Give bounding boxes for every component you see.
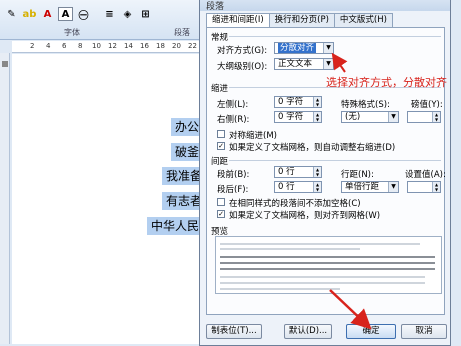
alignment-label: 对齐方式(G):	[217, 46, 268, 56]
tab-asian-typography[interactable]: 中文版式(H)	[333, 13, 393, 27]
paragraph-group-label: 段落	[174, 28, 190, 37]
shading-icon[interactable]: ◈	[120, 7, 135, 21]
left-indent-value: 0 字符	[278, 97, 304, 107]
tab-indents-spacing[interactable]: 缩进和间距(I)	[206, 13, 270, 28]
space-after-value: 0 行	[278, 182, 295, 192]
alignment-value: 分散对齐	[278, 43, 317, 53]
ruler-tick: 18	[156, 42, 165, 50]
horizontal-ruler[interactable]: 2 4 6 8 10 12 14 16 18 20 22	[12, 41, 205, 53]
enclose-char-icon[interactable]: ㊀	[76, 7, 91, 22]
space-before-label: 段前(B):	[217, 170, 250, 180]
space-after-label: 段后(F):	[217, 185, 249, 195]
chevron-down-icon[interactable]: ▼	[323, 59, 333, 69]
ruler-tick: 6	[62, 42, 67, 50]
divider	[229, 36, 441, 37]
space-after-input[interactable]: 0 行 ▲ ▼	[274, 181, 322, 193]
ribbon: ✎ ab A A ㊀ ≡ ◈ ⊞ 字体 段落	[0, 0, 205, 40]
by-label: 磅值(Y):	[411, 100, 443, 110]
no-space-label: 在相同样式的段落间不添加空格(C)	[229, 199, 361, 209]
preview-line	[220, 262, 435, 264]
at-label: 设置值(A):	[405, 170, 446, 180]
preview-line	[220, 243, 420, 245]
ruler-tick: 12	[108, 42, 117, 50]
ruler-tick: 22	[188, 42, 197, 50]
alignment-select[interactable]: 分散对齐 ▼	[274, 42, 334, 54]
ruler-tick: 14	[124, 42, 133, 50]
highlight-icon[interactable]: ab	[22, 7, 37, 21]
snap-grid-checkbox[interactable]: ✓	[217, 210, 225, 218]
line-spacing-value: 单倍行距	[345, 182, 380, 192]
right-indent-label: 右侧(R):	[217, 115, 250, 125]
paragraph-dialog: 段落 缩进和间距(I) 换行和分页(P) 中文版式(H) 常规 对齐方式(G):…	[199, 0, 451, 346]
border-icon[interactable]: ⊞	[138, 7, 153, 21]
spinner-icon[interactable]: ▲ ▼	[432, 182, 440, 192]
format-painter-icon[interactable]: ✎	[4, 7, 19, 21]
spinner-icon[interactable]: ▲ ▼	[313, 112, 321, 122]
auto-adjust-label: 如果定义了文档网格，则自动调整右缩进(D)	[229, 143, 396, 153]
ruler-tick: 10	[92, 42, 101, 50]
cancel-button[interactable]: 取消	[401, 324, 447, 339]
ruler-tick: 4	[46, 42, 51, 50]
space-before-input[interactable]: 0 行 ▲ ▼	[274, 166, 322, 178]
tab-line-page-breaks[interactable]: 换行和分页(P)	[268, 13, 335, 27]
preview-line	[220, 288, 340, 290]
special-value: (无)	[345, 112, 361, 122]
preview-line	[220, 248, 360, 250]
spinner-icon[interactable]: ▲ ▼	[313, 97, 321, 107]
dialog-title: 段落	[206, 2, 225, 12]
dialog-tabs: 缩进和间距(I) 换行和分页(P) 中文版式(H)	[206, 13, 393, 28]
outline-level-value: 正文文本	[278, 59, 313, 69]
font-group-label: 字体	[64, 28, 80, 37]
right-indent-value: 0 字符	[278, 112, 304, 122]
space-before-value: 0 行	[278, 167, 295, 177]
spacing-section-title: 间距	[211, 157, 229, 167]
chevron-down-icon[interactable]: ▼	[388, 112, 398, 122]
special-label: 特殊格式(S):	[341, 100, 390, 110]
document-page[interactable]: 办公室 破釜沉 我准备走 有志者事 中华人民共	[12, 54, 205, 344]
ruler-tick: 2	[30, 42, 35, 50]
vertical-ruler[interactable]	[0, 53, 10, 344]
auto-adjust-checkbox[interactable]: ✓	[217, 142, 225, 150]
spinner-icon[interactable]: ▲ ▼	[313, 182, 321, 192]
chevron-down-icon[interactable]: ▼	[388, 182, 398, 192]
preview-line	[220, 256, 435, 258]
line-spacing-select[interactable]: 单倍行距 ▼	[341, 181, 399, 193]
no-space-checkbox[interactable]	[217, 198, 225, 206]
indent-section-title: 缩进	[211, 84, 229, 94]
char-shading-button[interactable]: A	[58, 7, 73, 21]
left-indent-input[interactable]: 0 字符 ▲ ▼	[274, 96, 322, 108]
font-color-button[interactable]: A	[40, 7, 55, 21]
tabs-button[interactable]: 制表位(T)...	[206, 324, 262, 339]
outline-level-label: 大纲级别(O):	[217, 62, 268, 72]
special-select[interactable]: (无) ▼	[341, 111, 399, 123]
ruler-tick: 16	[140, 42, 149, 50]
dialog-titlebar[interactable]: 段落	[200, 0, 450, 12]
divider	[229, 160, 441, 161]
mirror-indent-checkbox[interactable]	[217, 130, 225, 138]
preview-line	[220, 276, 425, 278]
line-spacing-label: 行距(N):	[341, 170, 374, 180]
general-section-title: 常规	[211, 33, 229, 43]
preview-line	[220, 282, 425, 284]
preview-box	[215, 236, 442, 294]
left-indent-label: 左侧(L):	[217, 100, 249, 110]
chevron-down-icon[interactable]: ▼	[323, 43, 333, 53]
tab-panel: 常规 对齐方式(G): 分散对齐 ▼ 大纲级别(O): 正文文本 ▼ 缩进 左侧…	[206, 27, 446, 315]
align-icon[interactable]: ≡	[102, 7, 117, 21]
set-default-button[interactable]: 默认(D)...	[284, 324, 332, 339]
preview-line	[220, 268, 435, 270]
ruler-tick: 8	[78, 42, 83, 50]
spinner-icon[interactable]: ▲ ▼	[432, 112, 440, 122]
spinner-icon[interactable]: ▲ ▼	[313, 167, 321, 177]
annotation-text: 选择对齐方式，分散对齐	[326, 76, 447, 89]
mirror-indent-label: 对称缩进(M)	[229, 131, 277, 141]
at-input[interactable]: ▲ ▼	[407, 181, 441, 193]
outline-level-select[interactable]: 正文文本 ▼	[274, 58, 334, 70]
document-line[interactable]: 中华人民共	[147, 217, 205, 235]
ruler-tick: 20	[172, 42, 181, 50]
ok-button[interactable]: 确定	[346, 324, 396, 339]
snap-grid-label: 如果定义了文档网格，则对齐到网格(W)	[229, 211, 381, 221]
by-input[interactable]: ▲ ▼	[407, 111, 441, 123]
right-indent-input[interactable]: 0 字符 ▲ ▼	[274, 111, 322, 123]
